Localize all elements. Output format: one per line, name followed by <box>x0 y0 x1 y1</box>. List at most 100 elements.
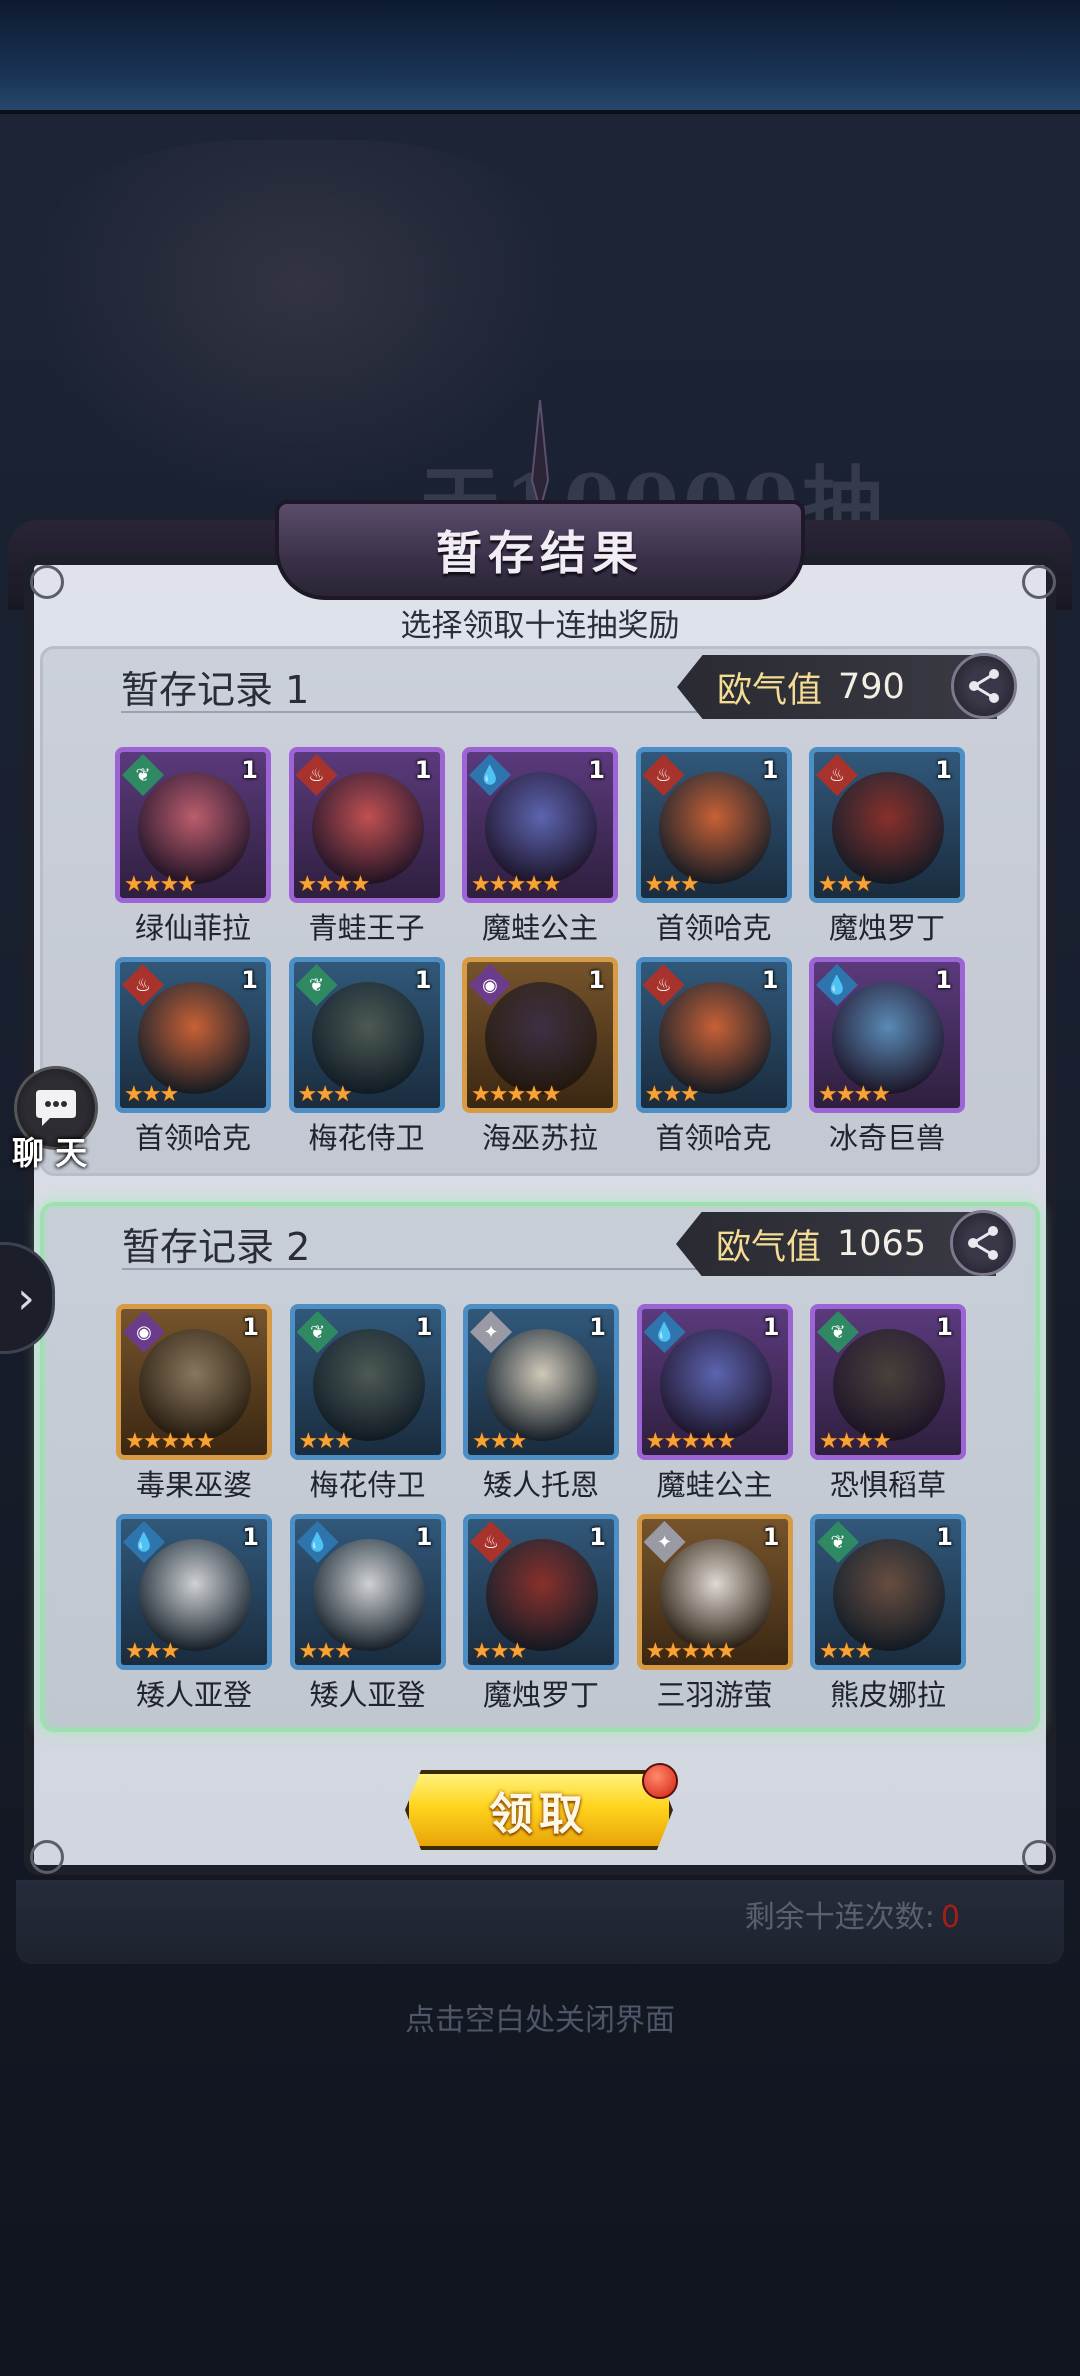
hero-portrait <box>832 982 944 1094</box>
claim-button-label: 领取 <box>489 1789 589 1840</box>
hero-portrait <box>832 772 944 884</box>
hero-name: 魔蛙公主 <box>656 1468 773 1502</box>
hero-count: 1 <box>935 756 952 784</box>
hero-card[interactable]: 💧 1 ★★★★ 冰奇巨兽 <box>809 957 969 1157</box>
hero-name: 矮人亚登 <box>135 1678 252 1712</box>
hero-card[interactable]: ◉ 1 ★★★★★ 毒果巫婆 <box>116 1304 276 1504</box>
hero-portrait-frame: ♨ 1 ★★★ <box>809 747 965 903</box>
divider <box>121 711 721 713</box>
hero-card[interactable]: ✦ 1 ★★★ 矮人托恩 <box>463 1304 623 1504</box>
hero-portrait-frame: ♨ 1 ★★★ <box>635 747 792 903</box>
hero-portrait-frame: ♨ 1 ★★★★ <box>288 747 445 903</box>
hero-count: 1 <box>414 756 432 784</box>
hero-card[interactable]: ◉ 1 ★★★★★ 海巫苏拉 <box>462 957 622 1157</box>
hero-card[interactable]: 💧 1 ★★★ 矮人亚登 <box>116 1514 276 1714</box>
luck-label: 欧气值 <box>716 1227 822 1268</box>
hero-count: 1 <box>589 1523 606 1551</box>
hero-portrait <box>485 982 597 1094</box>
corner-swirl-icon <box>1022 1840 1056 1874</box>
star-rating: ★★★★ <box>124 872 197 897</box>
hero-name: 梅花侍卫 <box>309 1468 426 1502</box>
hero-count: 1 <box>936 1523 953 1551</box>
hero-portrait <box>138 982 250 1094</box>
hero-card[interactable]: ❦ 1 ★★★★ 绿仙菲拉 <box>115 747 275 947</box>
hero-card[interactable]: ♨ 1 ★★★ 首领哈克 <box>115 957 275 1157</box>
hero-portrait-frame: ✦ 1 ★★★★★ <box>636 1514 793 1670</box>
record-2-selected[interactable]: 暂存记录 2 欧气值 1065 ◉ 1 ★★★★★ 毒果巫婆 ❦ 1 ★★★ 梅… <box>40 1202 1040 1732</box>
page-title: 暂存结果 <box>436 526 644 580</box>
hero-count: 1 <box>242 1313 259 1341</box>
hero-portrait <box>659 1329 772 1441</box>
hero-portrait <box>486 1329 598 1441</box>
luck-label: 欧气值 <box>717 670 823 711</box>
share-button[interactable] <box>950 1210 1016 1276</box>
record-title: 暂存记录 1 <box>121 668 310 712</box>
star-rating: ★★★★ <box>818 1082 891 1107</box>
record-1[interactable]: 暂存记录 1 欧气值 790 ❦ 1 ★★★★ 绿仙菲拉 ♨ 1 ★★★★ 青蛙… <box>40 646 1040 1176</box>
hero-count: 1 <box>241 756 258 784</box>
star-rating: ★★★★ <box>297 872 371 897</box>
hero-count: 1 <box>415 1523 433 1551</box>
star-rating: ★★★ <box>298 1429 354 1454</box>
hero-card[interactable]: ✦ 1 ★★★★★ 三羽游萤 <box>636 1514 797 1714</box>
star-rating: ★★★ <box>472 1429 527 1454</box>
hero-card[interactable]: 💧 1 ★★★ 矮人亚登 <box>289 1514 450 1714</box>
hero-portrait-frame: ❦ 1 ★★★ <box>810 1514 966 1670</box>
star-rating: ★★★ <box>644 872 700 897</box>
hero-card[interactable]: ❦ 1 ★★★ 梅花侍卫 <box>288 957 449 1157</box>
notification-dot-icon <box>642 1763 678 1799</box>
hero-portrait <box>311 772 424 884</box>
hero-count: 1 <box>242 1523 259 1551</box>
hero-portrait-frame: ♨ 1 ★★★ <box>463 1514 619 1670</box>
hero-card[interactable]: ♨ 1 ★★★ 魔烛罗丁 <box>809 747 969 947</box>
hero-card[interactable]: ❦ 1 ★★★ 梅花侍卫 <box>289 1304 450 1504</box>
hero-card[interactable]: ❦ 1 ★★★ 熊皮娜拉 <box>810 1514 970 1714</box>
share-icon <box>968 1226 998 1260</box>
star-rating: ★★★ <box>298 1639 354 1664</box>
hero-card[interactable]: ♨ 1 ★★★★ 青蛙王子 <box>288 747 449 947</box>
hero-card[interactable]: ❦ 1 ★★★★ 恐惧稻草 <box>810 1304 970 1504</box>
hero-count: 1 <box>588 966 605 994</box>
hero-name: 魔烛罗丁 <box>482 1678 599 1712</box>
hero-name: 三羽游萤 <box>656 1678 773 1712</box>
spire-ornament-icon <box>530 400 550 510</box>
hero-name: 熊皮娜拉 <box>829 1678 946 1712</box>
hero-card[interactable]: ♨ 1 ★★★ 首领哈克 <box>635 957 796 1157</box>
hero-count: 1 <box>761 966 779 994</box>
hero-portrait-frame: 💧 1 ★★★★★ <box>462 747 618 903</box>
remaining-draws: 剩余十连次数: 0 <box>745 1892 960 1936</box>
hero-portrait-frame: ❦ 1 ★★★ <box>289 1304 446 1460</box>
hero-portrait-frame: ❦ 1 ★★★★ <box>115 747 271 903</box>
hero-name: 冰奇巨兽 <box>828 1121 945 1155</box>
hero-portrait-frame: ♨ 1 ★★★ <box>635 957 792 1113</box>
hero-portrait-frame: 💧 1 ★★★★ <box>809 957 965 1113</box>
chat-label[interactable]: 聊 天 <box>12 1128 87 1174</box>
hero-name: 梅花侍卫 <box>308 1121 425 1155</box>
close-hint[interactable]: 点击空白处关闭界面 <box>0 1995 1080 2039</box>
hero-portrait <box>311 982 424 1094</box>
corner-swirl-icon <box>30 1840 64 1874</box>
hero-count: 1 <box>762 1313 780 1341</box>
hero-portrait-frame: 💧 1 ★★★ <box>116 1514 272 1670</box>
hero-card[interactable]: 💧 1 ★★★★★ 魔蛙公主 <box>636 1304 797 1504</box>
chat-bubble-icon <box>36 1090 76 1126</box>
hero-portrait <box>833 1539 945 1651</box>
hero-name: 青蛙王子 <box>308 911 425 945</box>
hero-name: 矮人托恩 <box>482 1468 599 1502</box>
star-rating: ★★★ <box>644 1082 700 1107</box>
hero-portrait <box>138 772 250 884</box>
star-rating: ★★★ <box>124 1082 179 1107</box>
claim-button[interactable]: 领取 <box>405 1770 673 1850</box>
share-button[interactable] <box>951 653 1017 719</box>
hero-card[interactable]: ♨ 1 ★★★ 首领哈克 <box>635 747 796 947</box>
hero-name: 首领哈克 <box>134 1121 251 1155</box>
hero-card[interactable]: ♨ 1 ★★★ 魔烛罗丁 <box>463 1514 623 1714</box>
hero-portrait <box>312 1539 425 1651</box>
hero-portrait-frame: ❦ 1 ★★★ <box>288 957 445 1113</box>
remaining-value: 0 <box>940 1900 960 1935</box>
hero-card[interactable]: 💧 1 ★★★★★ 魔蛙公主 <box>462 747 622 947</box>
star-rating: ★★★★ <box>819 1429 892 1454</box>
luck-value: 790 <box>838 667 905 707</box>
night-sky-banner <box>0 0 1080 114</box>
hero-portrait-frame: ◉ 1 ★★★★★ <box>462 957 618 1113</box>
